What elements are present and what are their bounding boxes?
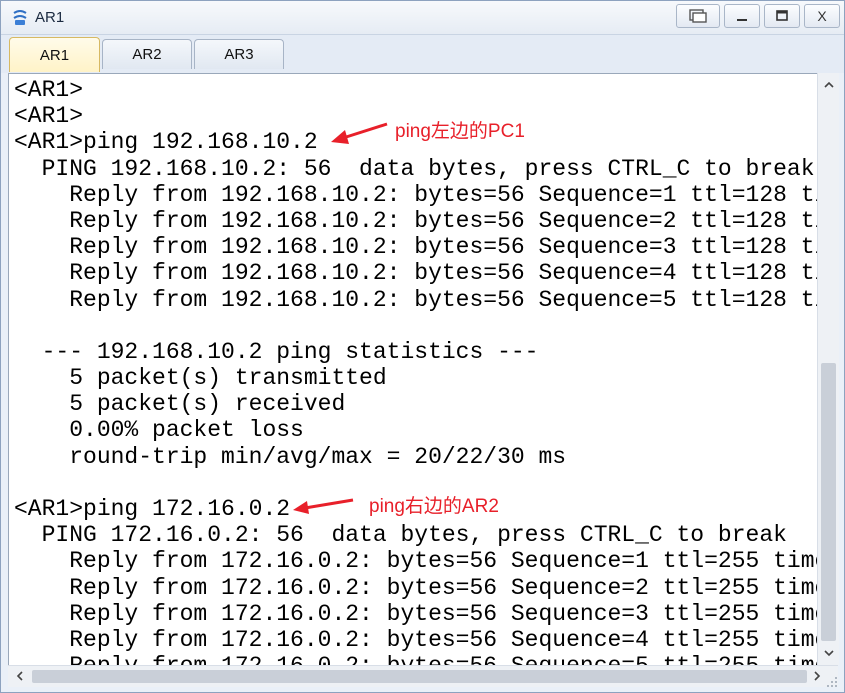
window-title: AR1	[35, 9, 65, 26]
terminal-line: Reply from 192.168.10.2: bytes=56 Sequen…	[14, 260, 818, 287]
minimize-button[interactable]	[724, 4, 760, 28]
terminal-line: --- 192.168.10.2 ping statistics ---	[14, 338, 539, 365]
annotation-arrow-icon	[293, 498, 354, 514]
terminal-line: Reply from 172.16.0.2: bytes=56 Sequence…	[14, 574, 818, 601]
maximize-icon	[776, 10, 788, 22]
scroll-up-button[interactable]	[818, 75, 839, 95]
tab-ar3[interactable]: AR3	[194, 39, 284, 69]
restore-button[interactable]	[676, 4, 720, 28]
window-controls: X	[676, 4, 840, 28]
router-app-icon	[11, 9, 29, 27]
terminal-line: 5 packet(s) received	[14, 391, 346, 418]
vertical-scroll-thumb[interactable]	[821, 363, 836, 641]
window-restore-icon	[689, 9, 707, 23]
chevron-left-icon	[16, 668, 24, 686]
tab-strip: AR1 AR2 AR3	[1, 35, 844, 73]
terminal-line: Reply from 172.16.0.2: bytes=56 Sequence…	[14, 600, 818, 627]
terminal-line: PING 172.16.0.2: 56 data bytes, press CT…	[14, 522, 787, 549]
terminal-line: Reply from 172.16.0.2: bytes=56 Sequence…	[14, 548, 818, 575]
chevron-down-icon	[823, 644, 834, 662]
horizontal-scrollbar[interactable]	[8, 665, 838, 687]
tab-ar1[interactable]: AR1	[9, 37, 100, 72]
chevron-right-icon	[813, 668, 821, 686]
terminal-line: 5 packet(s) transmitted	[14, 365, 387, 392]
vertical-scrollbar[interactable]	[817, 73, 839, 665]
terminal-line: Reply from 192.168.10.2: bytes=56 Sequen…	[14, 286, 818, 313]
minimize-icon	[736, 10, 748, 22]
annotation-ping-ar2: ping右边的AR2	[369, 496, 499, 517]
terminal-line: PING 192.168.10.2: 56 data bytes, press …	[14, 155, 815, 182]
terminal-lines: <AR1> <AR1> <AR1>ping 192.168.10.2 PING 19…	[14, 77, 818, 666]
tab-ar2[interactable]: AR2	[102, 39, 192, 69]
annotation-arrow-icon	[331, 122, 388, 144]
title-bar[interactable]: AR1 X	[1, 1, 844, 35]
terminal-line: Reply from 192.168.10.2: bytes=56 Sequen…	[14, 234, 818, 261]
close-icon: X	[817, 8, 827, 24]
annotation-ping-pc1: ping左边的PC1	[395, 121, 525, 142]
terminal-line: 0.00% packet loss	[14, 417, 304, 444]
terminal-line: Reply from 192.168.10.2: bytes=56 Sequen…	[14, 207, 818, 234]
chevron-up-icon	[823, 76, 834, 94]
terminal-line: Reply from 172.16.0.2: bytes=56 Sequence…	[14, 626, 818, 653]
maximize-button[interactable]	[764, 4, 800, 28]
scroll-left-button[interactable]	[10, 666, 30, 687]
scroll-down-button[interactable]	[818, 643, 839, 663]
terminal-output[interactable]: <AR1> <AR1> <AR1>ping 192.168.10.2 PING 19…	[8, 73, 818, 666]
terminal-line: Reply from 192.168.10.2: bytes=56 Sequen…	[14, 181, 818, 208]
terminal-window: AR1 X AR1 AR2 AR3 <AR1> <AR1> <AR1>ping …	[0, 0, 845, 693]
horizontal-scroll-thumb[interactable]	[32, 670, 807, 683]
scroll-right-button[interactable]	[807, 666, 827, 687]
resize-grip-icon[interactable]	[826, 675, 838, 687]
terminal-line: round-trip min/avg/max = 20/22/30 ms	[14, 443, 567, 470]
terminal-line: <AR1>	[14, 77, 84, 103]
close-button[interactable]: X	[804, 4, 840, 28]
